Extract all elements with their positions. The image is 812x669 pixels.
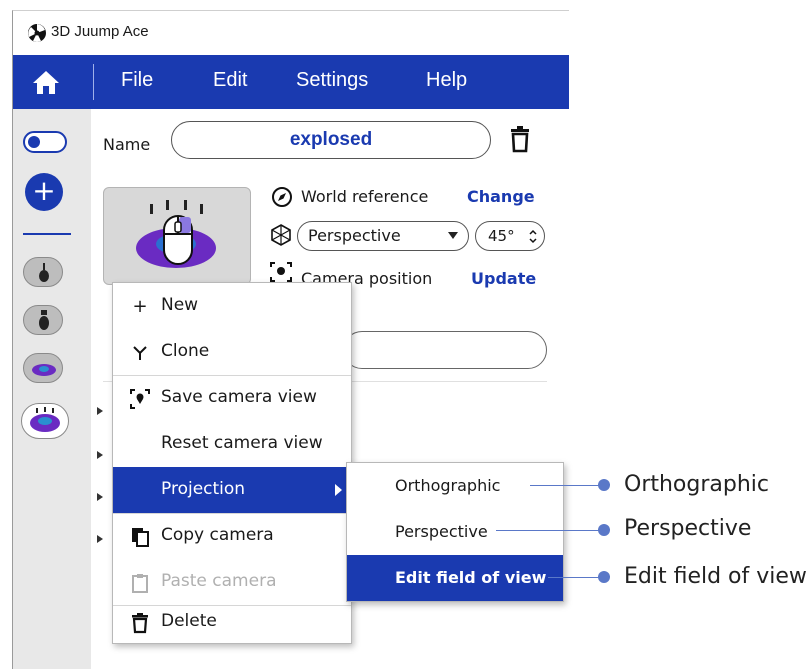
camera-thumbnail-1[interactable]	[23, 257, 63, 287]
sidebar-divider	[23, 233, 71, 235]
camera-name-input[interactable]: explosed	[171, 121, 491, 159]
change-button[interactable]: Change	[467, 187, 535, 206]
submenu-item-orthographic[interactable]: Orthographic	[347, 463, 563, 509]
exploded-part-icon	[32, 364, 56, 376]
menu-file[interactable]: File	[121, 69, 153, 92]
menu-item-label: Clone	[161, 341, 210, 361]
name-label: Name	[103, 135, 151, 154]
menu-bar: File Edit Settings Help	[13, 55, 569, 109]
copy-icon	[132, 528, 149, 547]
camera-context-menu: + New Clone Save camera view Reset camer…	[112, 282, 352, 644]
camera-preview-image	[136, 200, 216, 268]
tree-expand-icon[interactable]	[97, 451, 103, 459]
chevron-down-icon	[448, 232, 458, 239]
tree-expand-icon[interactable]	[97, 407, 103, 415]
callout-dot-orthographic	[598, 479, 610, 491]
menu-item-copy-camera[interactable]: Copy camera	[113, 513, 351, 559]
clone-icon	[133, 346, 147, 360]
menu-help[interactable]: Help	[426, 69, 467, 92]
robot-icon	[39, 263, 49, 282]
tree-expand-icon[interactable]	[97, 493, 103, 501]
menu-item-label: New	[161, 295, 199, 315]
fov-stepper[interactable]: 45°	[475, 221, 545, 251]
app-logo-icon	[28, 24, 46, 42]
stepper-arrows-icon[interactable]	[528, 229, 538, 244]
compass-icon	[272, 187, 292, 207]
callout-dot-perspective	[598, 524, 610, 536]
menu-settings[interactable]: Settings	[296, 69, 368, 92]
submenu-item-label: Edit field of view	[395, 568, 547, 587]
menu-item-label: Delete	[161, 611, 217, 631]
callout-line-edit-fov	[548, 577, 602, 578]
paste-icon	[132, 574, 148, 593]
menu-item-label: Projection	[161, 479, 246, 499]
update-button[interactable]: Update	[471, 269, 536, 288]
save-camera-icon	[130, 389, 150, 409]
submenu-item-edit-field-of-view[interactable]: Edit field of view	[347, 555, 563, 601]
trash-icon[interactable]	[509, 125, 531, 153]
toggle-knob	[28, 136, 40, 148]
world-reference-label: World reference	[301, 187, 429, 206]
submenu-item-label: Perspective	[395, 522, 488, 541]
trash-icon	[132, 613, 148, 634]
add-camera-button[interactable]: +	[25, 173, 63, 211]
callout-edit-field-of-view: Edit field of view	[624, 564, 807, 589]
menu-item-reset-camera-view[interactable]: Reset camera view	[113, 421, 351, 467]
fov-value: 45°	[488, 227, 515, 245]
robot-icon	[39, 310, 49, 330]
menu-item-projection[interactable]: Projection	[113, 467, 351, 513]
callout-dot-edit-fov	[598, 571, 610, 583]
callout-line-perspective	[496, 530, 602, 531]
callout-line-orthographic	[530, 485, 602, 486]
callout-perspective: Perspective	[624, 516, 752, 541]
menu-item-clone[interactable]: Clone	[113, 329, 351, 375]
chevron-right-icon	[335, 484, 342, 496]
menu-item-save-camera-view[interactable]: Save camera view	[113, 375, 351, 421]
menu-edit[interactable]: Edit	[213, 69, 247, 92]
title-bar: 3D Juump Ace	[13, 11, 569, 55]
submenu-item-perspective[interactable]: Perspective	[347, 509, 563, 555]
camera-thumbnail-3[interactable]	[23, 353, 63, 383]
menu-item-new[interactable]: + New	[113, 283, 351, 329]
filter-input[interactable]	[343, 331, 547, 369]
menu-item-label: Paste camera	[161, 571, 277, 591]
menu-divider	[93, 64, 94, 100]
menu-item-delete[interactable]: Delete	[113, 599, 351, 645]
camera-preview[interactable]	[103, 187, 251, 285]
exploded-part-icon	[30, 407, 60, 432]
app-title: 3D Juump Ace	[51, 23, 149, 40]
menu-item-label: Copy camera	[161, 525, 274, 545]
camera-position-icon	[270, 262, 292, 282]
camera-thumbnail-selected[interactable]	[21, 403, 69, 439]
callout-orthographic: Orthographic	[624, 472, 769, 497]
home-icon[interactable]	[31, 68, 61, 96]
submenu-item-label: Orthographic	[395, 476, 501, 495]
panel-toggle[interactable]	[23, 131, 67, 153]
projection-select-value: Perspective	[308, 226, 401, 245]
projection-select[interactable]: Perspective	[297, 221, 469, 251]
menu-item-label: Reset camera view	[161, 433, 323, 453]
camera-thumbnail-2[interactable]	[23, 305, 63, 335]
perspective-icon	[271, 224, 291, 246]
camera-list-sidebar: +	[13, 109, 91, 669]
projection-submenu: Orthographic Perspective Edit field of v…	[346, 462, 564, 602]
tree-expand-icon[interactable]	[97, 535, 103, 543]
menu-item-label: Save camera view	[161, 387, 317, 407]
plus-icon: +	[132, 296, 148, 317]
